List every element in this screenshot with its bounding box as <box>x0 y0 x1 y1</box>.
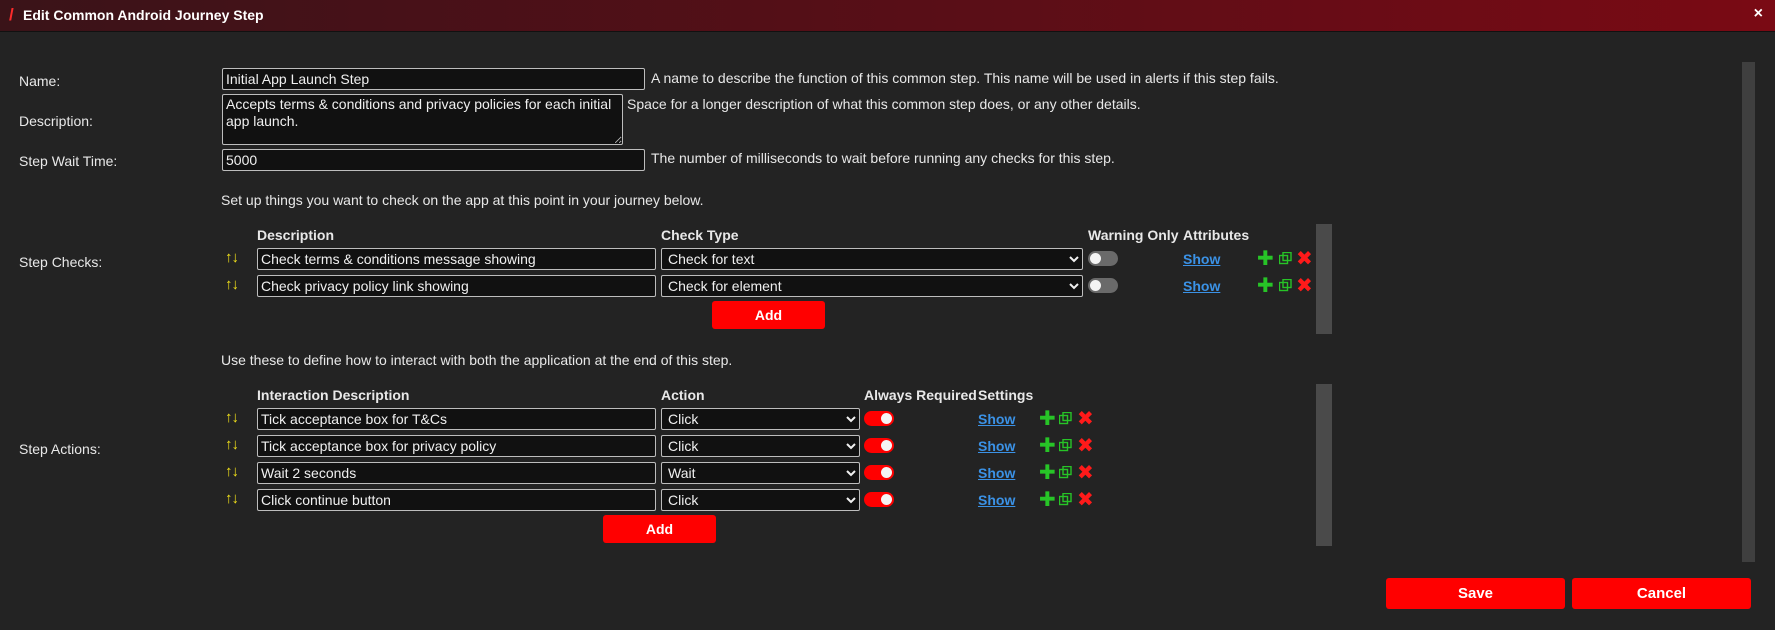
wait-time-label: Step Wait Time: <box>19 153 118 169</box>
name-label: Name: <box>19 73 61 89</box>
close-icon[interactable]: × <box>1754 5 1763 23</box>
check-type-select[interactable]: Check for element <box>661 275 1083 297</box>
add-row-icon[interactable]: ✚ <box>1257 276 1274 296</box>
checks-intro-text: Set up things you want to check on the a… <box>221 192 704 208</box>
copy-row-icon[interactable] <box>1059 439 1072 452</box>
checks-header-description: Description <box>257 227 335 243</box>
settings-show-link[interactable]: Show <box>978 438 1015 454</box>
toggle-knob <box>1090 253 1101 264</box>
wait-time-help-text: The number of milliseconds to wait befor… <box>651 150 1115 166</box>
name-input[interactable] <box>222 68 645 90</box>
reorder-arrows-icon[interactable]: ↑↓ <box>225 409 239 426</box>
reorder-arrows-icon[interactable]: ↑↓ <box>225 490 239 507</box>
toggle-knob <box>1090 280 1101 291</box>
action-select[interactable]: Wait <box>661 462 860 484</box>
attributes-show-link[interactable]: Show <box>1183 251 1220 267</box>
delete-row-icon[interactable]: ✖ <box>1296 276 1313 296</box>
add-row-icon[interactable]: ✚ <box>1039 490 1056 510</box>
add-action-button[interactable]: Add <box>603 515 716 543</box>
app-logo-icon: / <box>9 5 14 24</box>
description-help-text: Space for a longer description of what t… <box>627 96 1141 112</box>
actions-scrollbar[interactable] <box>1316 384 1332 546</box>
toggle-knob <box>881 467 892 478</box>
dialog-titlebar: / Edit Common Android Journey Step × <box>0 0 1775 32</box>
step-checks-label: Step Checks: <box>19 254 103 270</box>
copy-row-icon[interactable] <box>1279 279 1292 292</box>
add-row-icon[interactable]: ✚ <box>1039 409 1056 429</box>
check-description-input[interactable] <box>257 248 656 270</box>
check-description-input[interactable] <box>257 275 656 297</box>
toggle-knob <box>881 494 892 505</box>
delete-row-icon[interactable]: ✖ <box>1296 249 1313 269</box>
copy-row-icon[interactable] <box>1059 412 1072 425</box>
wait-time-input[interactable] <box>222 149 645 171</box>
actions-intro-text: Use these to define how to interact with… <box>221 352 733 368</box>
actions-header-description: Interaction Description <box>257 387 410 403</box>
delete-row-icon[interactable]: ✖ <box>1077 463 1094 483</box>
always-required-toggle[interactable] <box>864 438 894 453</box>
cancel-button[interactable]: Cancel <box>1572 578 1751 609</box>
copy-row-icon[interactable] <box>1059 466 1072 479</box>
always-required-toggle[interactable] <box>864 411 894 426</box>
copy-row-icon[interactable] <box>1059 493 1072 506</box>
actions-header-action: Action <box>661 387 705 403</box>
always-required-toggle[interactable] <box>864 465 894 480</box>
add-row-icon[interactable]: ✚ <box>1039 436 1056 456</box>
actions-header-required: Always Required <box>864 387 977 403</box>
delete-row-icon[interactable]: ✖ <box>1077 490 1094 510</box>
delete-row-icon[interactable]: ✖ <box>1077 409 1094 429</box>
add-check-button[interactable]: Add <box>712 301 825 329</box>
reorder-arrows-icon[interactable]: ↑↓ <box>225 276 239 293</box>
toggle-knob <box>881 413 892 424</box>
reorder-arrows-icon[interactable]: ↑↓ <box>225 463 239 480</box>
description-textarea[interactable]: Accepts terms & conditions and privacy p… <box>222 94 623 145</box>
add-row-icon[interactable]: ✚ <box>1039 463 1056 483</box>
settings-show-link[interactable]: Show <box>978 465 1015 481</box>
description-label: Description: <box>19 113 93 129</box>
toggle-knob <box>881 440 892 451</box>
warning-only-toggle[interactable] <box>1088 251 1118 266</box>
step-actions-label: Step Actions: <box>19 441 101 457</box>
always-required-toggle[interactable] <box>864 492 894 507</box>
dialog-scrollbar[interactable] <box>1742 62 1755 562</box>
settings-show-link[interactable]: Show <box>978 492 1015 508</box>
reorder-arrows-icon[interactable]: ↑↓ <box>225 249 239 266</box>
action-description-input[interactable] <box>257 435 656 457</box>
reorder-arrows-icon[interactable]: ↑↓ <box>225 436 239 453</box>
action-description-input[interactable] <box>257 408 656 430</box>
save-button[interactable]: Save <box>1386 578 1565 609</box>
action-description-input[interactable] <box>257 462 656 484</box>
attributes-show-link[interactable]: Show <box>1183 278 1220 294</box>
dialog-title: Edit Common Android Journey Step <box>23 7 264 23</box>
delete-row-icon[interactable]: ✖ <box>1077 436 1094 456</box>
action-select[interactable]: Click <box>661 408 860 430</box>
checks-scrollbar[interactable] <box>1316 224 1332 334</box>
add-row-icon[interactable]: ✚ <box>1257 249 1274 269</box>
copy-row-icon[interactable] <box>1279 252 1292 265</box>
checks-header-attributes: Attributes <box>1183 227 1250 243</box>
warning-only-toggle[interactable] <box>1088 278 1118 293</box>
settings-show-link[interactable]: Show <box>978 411 1015 427</box>
action-description-input[interactable] <box>257 489 656 511</box>
checks-header-type: Check Type <box>661 227 739 243</box>
checks-header-warning: Warning Only <box>1088 227 1179 243</box>
name-help-text: A name to describe the function of this … <box>651 70 1279 86</box>
action-select[interactable]: Click <box>661 435 860 457</box>
check-type-select[interactable]: Check for text <box>661 248 1083 270</box>
actions-header-settings: Settings <box>978 387 1034 403</box>
action-select[interactable]: Click <box>661 489 860 511</box>
